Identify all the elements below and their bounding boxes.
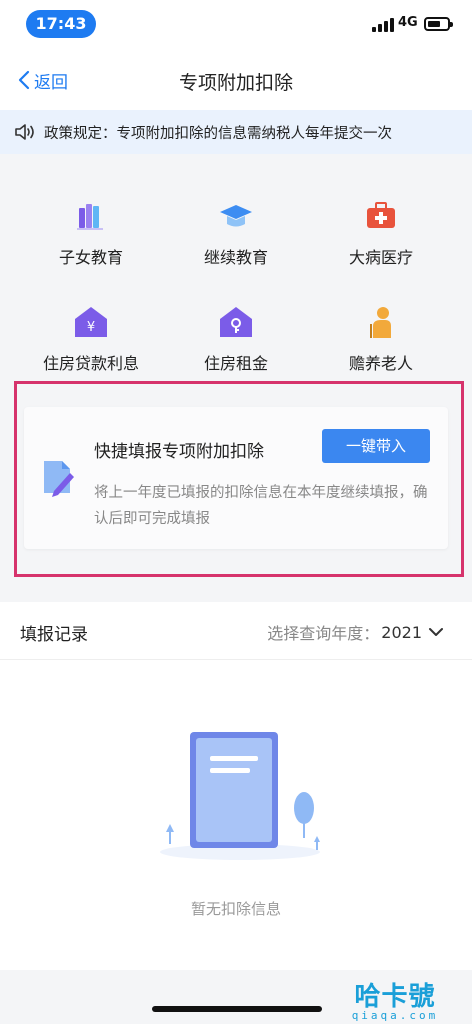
records-header: 填报记录 选择查询年度： 2021 — [0, 602, 472, 660]
category-continuing-education[interactable]: 继续教育 — [161, 198, 311, 278]
graduation-cap-icon — [218, 198, 254, 234]
watermark-logo: 哈卡號 qiaqa.com — [320, 976, 470, 1024]
category-label: 赡养老人 — [348, 354, 413, 373]
nav-bar: 返回 专项附加扣除 — [0, 48, 472, 110]
year-prompt: 选择查询年度： — [267, 624, 380, 643]
battery-icon — [424, 17, 453, 31]
network-type: 4G — [398, 15, 418, 30]
category-housing-loan-interest[interactable]: ¥ 住房贷款利息 — [16, 304, 166, 384]
house-key-icon — [218, 304, 254, 340]
category-elderly-support[interactable]: 赡养老人 — [306, 304, 456, 384]
category-label: 大病医疗 — [348, 248, 413, 267]
speaker-icon — [15, 124, 34, 140]
category-serious-illness[interactable]: 大病医疗 — [306, 198, 456, 278]
quick-fill-title: 快捷填报专项附加扣除 — [94, 442, 264, 462]
empty-state-text: 暂无扣除信息 — [190, 900, 281, 918]
quick-fill-description: 将上一年度已填报的扣除信息在本年度继续填报，确认后即可完成填报 — [94, 485, 428, 527]
edit-document-icon — [40, 457, 78, 499]
elderly-person-icon — [363, 304, 399, 340]
records-title: 填报记录 — [20, 625, 88, 645]
house-yuan-icon: ¥ — [73, 304, 109, 340]
category-label: 住房租金 — [203, 354, 268, 373]
records-empty-state: 暂无扣除信息 — [0, 660, 472, 970]
notice-text: 政策规定：专项附加扣除的信息需纳税人每年提交一次 — [44, 125, 392, 142]
quick-fill-card: 快捷填报专项附加扣除 一键带入 将上一年度已填报的扣除信息在本年度继续填报，确认… — [24, 407, 448, 549]
year-selector[interactable]: 选择查询年度： 2021 — [267, 620, 444, 644]
chevron-down-icon — [429, 628, 443, 636]
category-housing-rent[interactable]: 住房租金 — [161, 304, 311, 384]
home-indicator[interactable] — [152, 1006, 322, 1012]
category-label: 住房贷款利息 — [42, 354, 139, 373]
page-title: 专项附加扣除 — [178, 72, 293, 94]
watermark-sub: qiaqa.com — [351, 1009, 439, 1022]
watermark-main: 哈卡號 — [354, 982, 436, 1012]
status-time: 17:43 — [26, 10, 96, 38]
one-click-import-button[interactable]: 一键带入 — [322, 429, 430, 463]
category-children-education[interactable]: 子女教育 — [16, 198, 166, 278]
empty-document-illustration — [150, 724, 330, 864]
svg-text:¥: ¥ — [87, 320, 95, 335]
year-value: 2021 — [381, 622, 422, 642]
signal-icon — [372, 18, 394, 32]
medical-kit-icon — [363, 198, 399, 234]
category-label: 继续教育 — [203, 248, 268, 267]
status-bar: 17:43 4G — [0, 0, 472, 48]
policy-notice: 政策规定：专项附加扣除的信息需纳税人每年提交一次 — [0, 110, 472, 154]
books-icon — [73, 198, 109, 234]
category-label: 子女教育 — [58, 248, 123, 267]
